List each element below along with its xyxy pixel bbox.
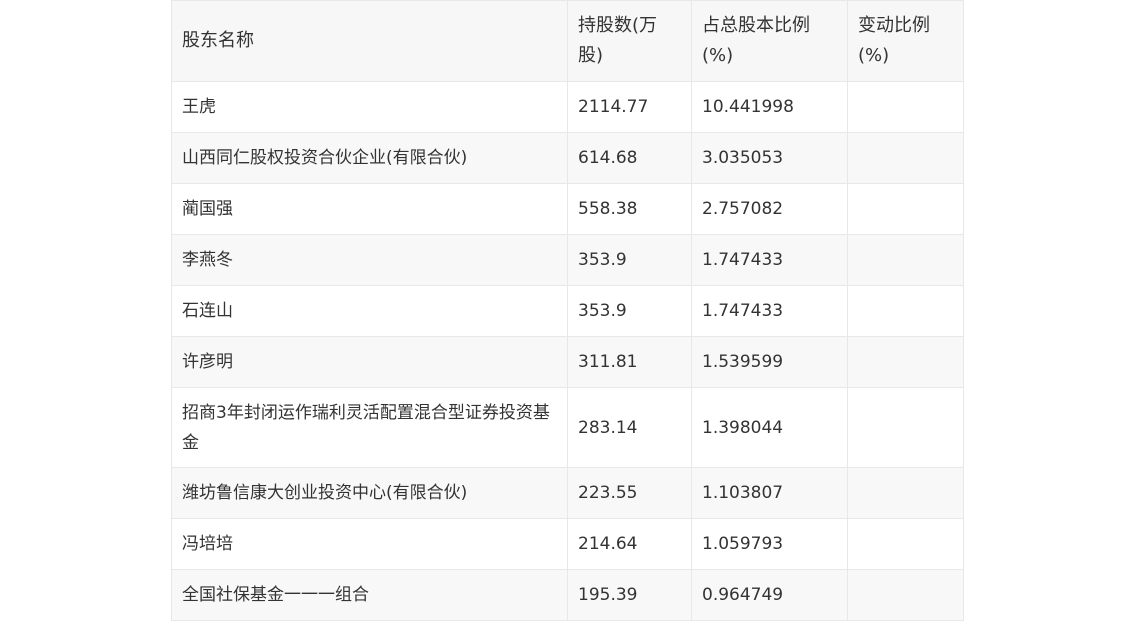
cell-name: 冯培培 xyxy=(171,518,568,570)
cell-shares: 214.64 xyxy=(567,518,692,570)
table-header: 股东名称 持股数(万股) 占总股本比例(%) 变动比例(%) xyxy=(171,0,964,82)
table-row: 石连山 353.9 1.747433 xyxy=(171,285,964,337)
cell-name: 潍坊鲁信康大创业投资中心(有限合伙) xyxy=(171,467,568,519)
cell-change xyxy=(847,132,964,184)
cell-name: 招商3年封闭运作瑞利灵活配置混合型证券投资基金 xyxy=(171,387,568,468)
cell-change xyxy=(847,518,964,570)
header-ratio: 占总股本比例(%) xyxy=(691,0,848,82)
cell-shares: 283.14 xyxy=(567,387,692,468)
table-row: 全国社保基金一一一组合 195.39 0.964749 xyxy=(171,569,964,621)
cell-name: 山西同仁股权投资合伙企业(有限合伙) xyxy=(171,132,568,184)
cell-change xyxy=(847,336,964,388)
header-shares: 持股数(万股) xyxy=(567,0,692,82)
shareholder-table-container: 股东名称 持股数(万股) 占总股本比例(%) 变动比例(%) 王虎 2114.7… xyxy=(171,0,964,621)
shareholder-table: 股东名称 持股数(万股) 占总股本比例(%) 变动比例(%) 王虎 2114.7… xyxy=(171,0,964,621)
cell-ratio: 1.398044 xyxy=(691,387,848,468)
cell-shares: 353.9 xyxy=(567,285,692,337)
table-row: 许彦明 311.81 1.539599 xyxy=(171,336,964,388)
table-body: 王虎 2114.77 10.441998 山西同仁股权投资合伙企业(有限合伙) … xyxy=(171,81,964,621)
cell-shares: 311.81 xyxy=(567,336,692,388)
header-shareholder-name: 股东名称 xyxy=(171,0,568,82)
cell-ratio: 0.964749 xyxy=(691,569,848,621)
table-row: 潍坊鲁信康大创业投资中心(有限合伙) 223.55 1.103807 xyxy=(171,467,964,519)
table-row: 蔺国强 558.38 2.757082 xyxy=(171,183,964,235)
cell-shares: 195.39 xyxy=(567,569,692,621)
cell-ratio: 1.539599 xyxy=(691,336,848,388)
cell-name: 李燕冬 xyxy=(171,234,568,286)
table-row: 招商3年封闭运作瑞利灵活配置混合型证券投资基金 283.14 1.398044 xyxy=(171,387,964,468)
cell-name: 蔺国强 xyxy=(171,183,568,235)
cell-change xyxy=(847,569,964,621)
header-change: 变动比例(%) xyxy=(847,0,964,82)
cell-name: 石连山 xyxy=(171,285,568,337)
cell-name: 全国社保基金一一一组合 xyxy=(171,569,568,621)
cell-change xyxy=(847,285,964,337)
cell-shares: 558.38 xyxy=(567,183,692,235)
cell-ratio: 1.747433 xyxy=(691,234,848,286)
cell-ratio: 3.035053 xyxy=(691,132,848,184)
cell-shares: 2114.77 xyxy=(567,81,692,133)
cell-ratio: 1.103807 xyxy=(691,467,848,519)
cell-change xyxy=(847,183,964,235)
cell-ratio: 1.747433 xyxy=(691,285,848,337)
cell-ratio: 10.441998 xyxy=(691,81,848,133)
table-row: 冯培培 214.64 1.059793 xyxy=(171,518,964,570)
cell-ratio: 1.059793 xyxy=(691,518,848,570)
cell-name: 王虎 xyxy=(171,81,568,133)
cell-ratio: 2.757082 xyxy=(691,183,848,235)
cell-change xyxy=(847,467,964,519)
cell-change xyxy=(847,234,964,286)
cell-shares: 223.55 xyxy=(567,467,692,519)
cell-change xyxy=(847,387,964,468)
cell-shares: 353.9 xyxy=(567,234,692,286)
cell-shares: 614.68 xyxy=(567,132,692,184)
table-row: 王虎 2114.77 10.441998 xyxy=(171,81,964,133)
table-row: 李燕冬 353.9 1.747433 xyxy=(171,234,964,286)
table-row: 山西同仁股权投资合伙企业(有限合伙) 614.68 3.035053 xyxy=(171,132,964,184)
cell-change xyxy=(847,81,964,133)
header-row: 股东名称 持股数(万股) 占总股本比例(%) 变动比例(%) xyxy=(171,0,964,82)
cell-name: 许彦明 xyxy=(171,336,568,388)
